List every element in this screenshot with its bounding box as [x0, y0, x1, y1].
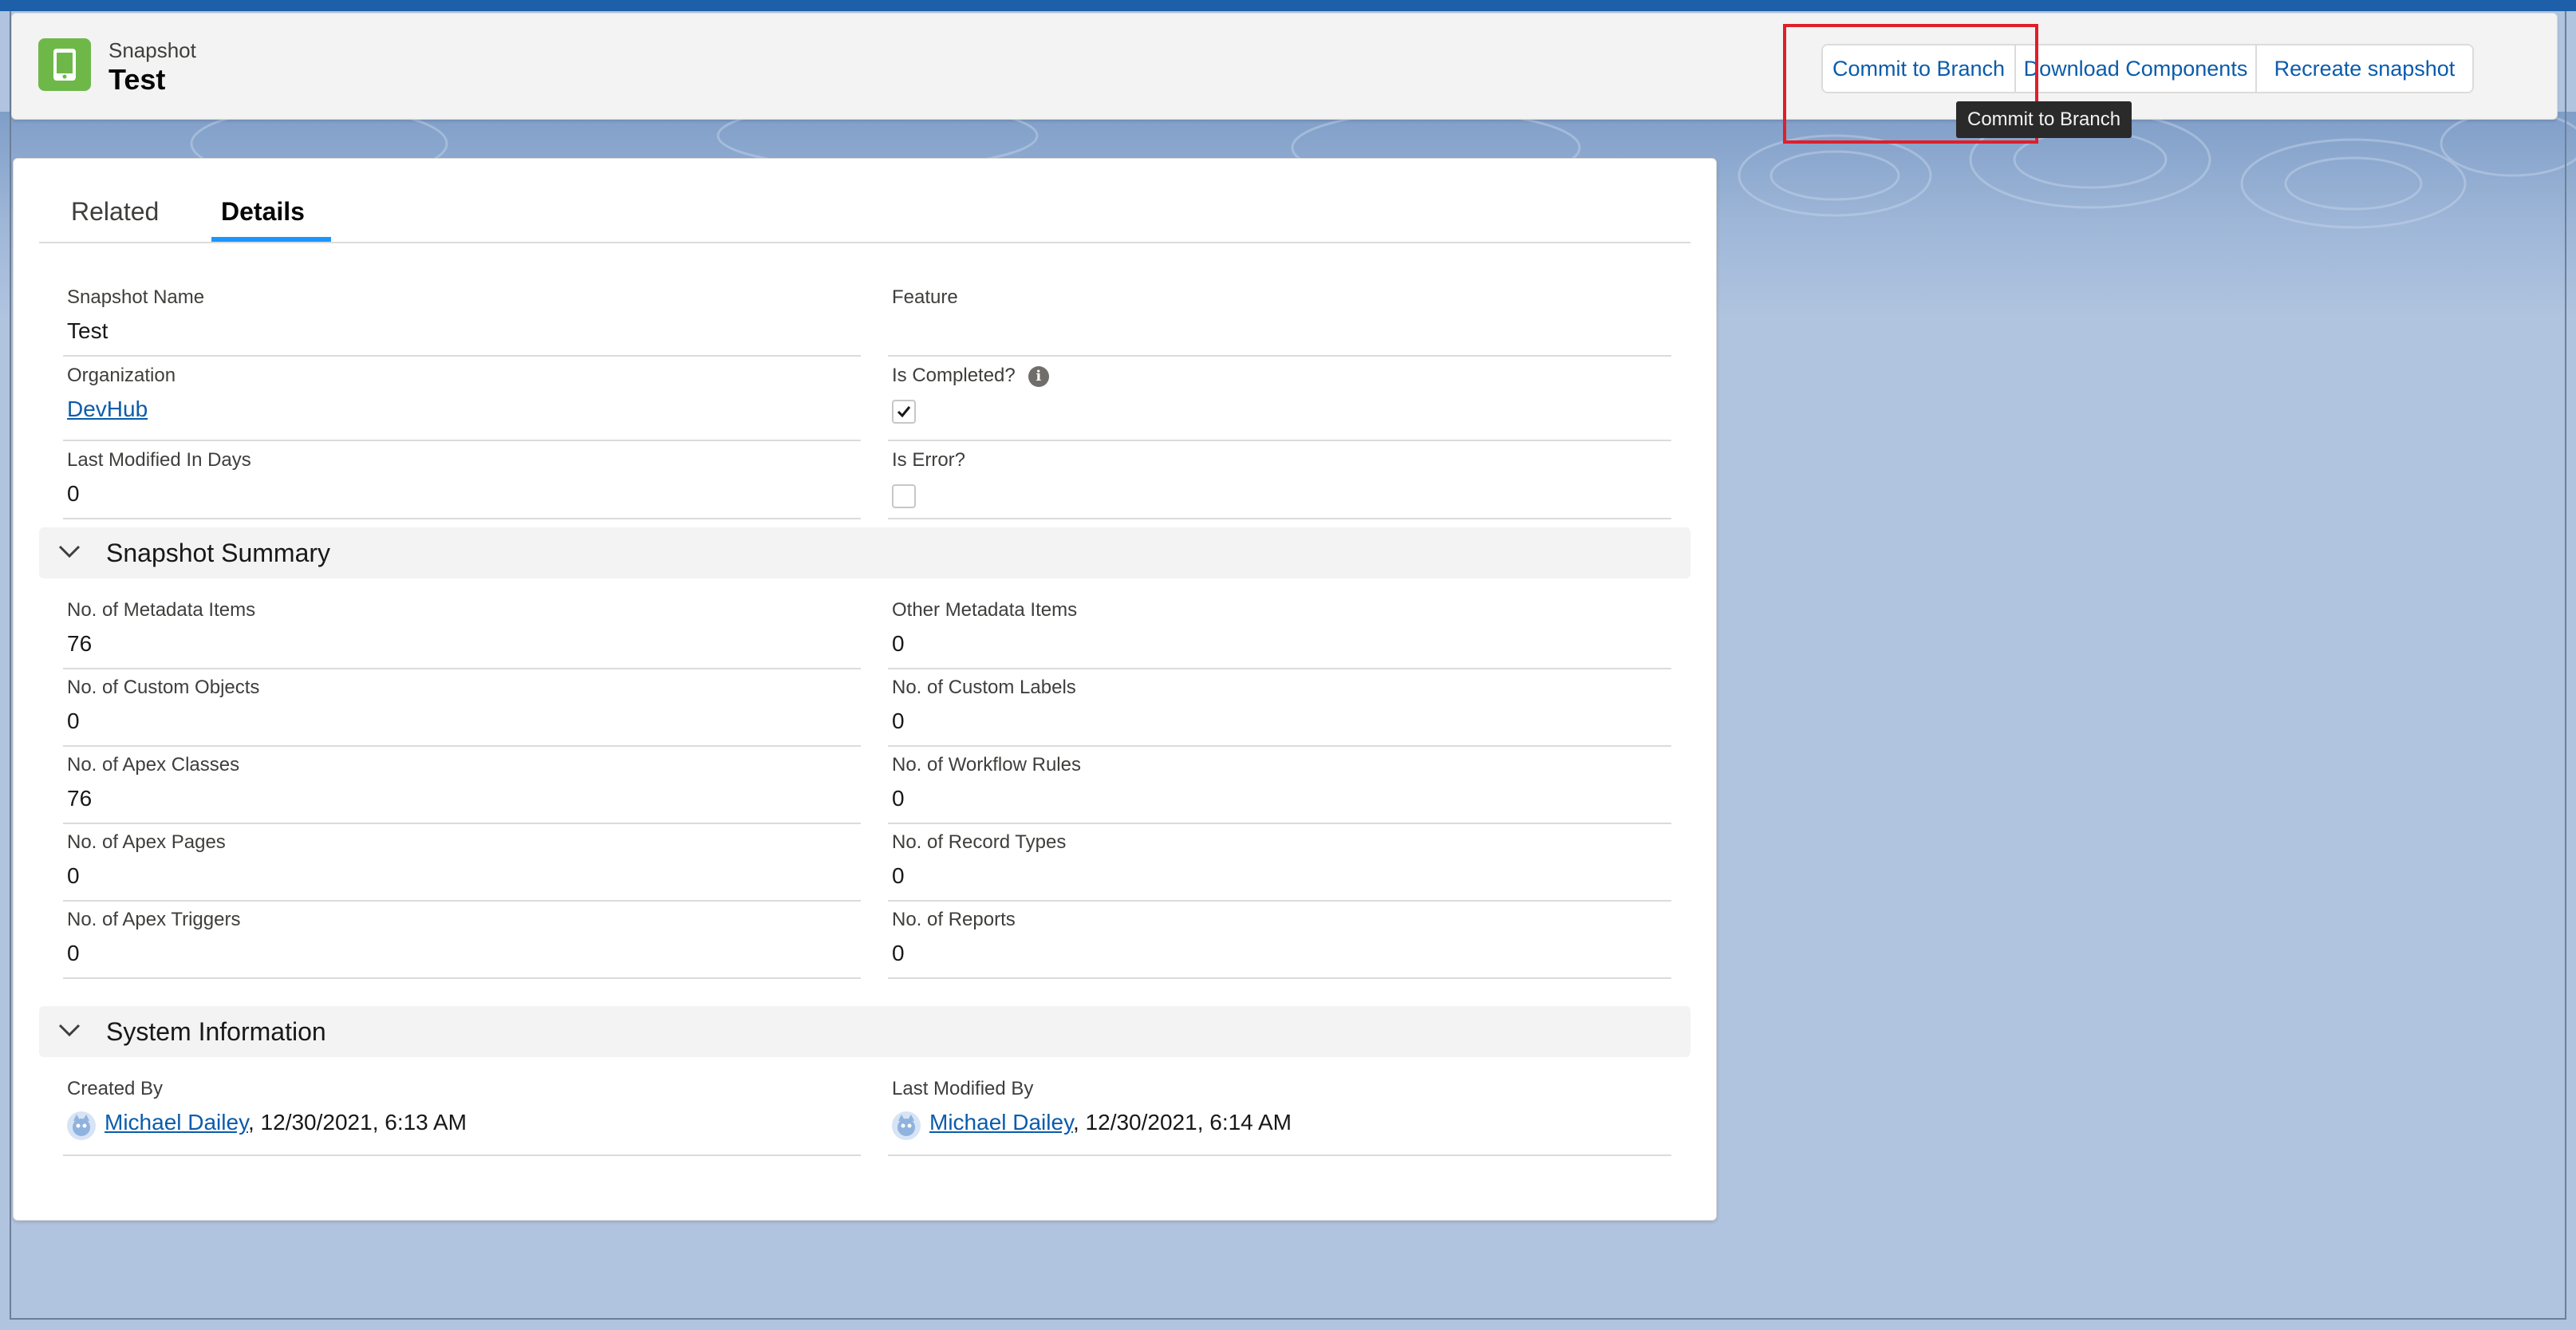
- field-label: Is Completed?: [892, 365, 1016, 386]
- field-value: 0: [67, 481, 80, 506]
- field-label: No. of Reports: [892, 909, 1016, 930]
- field-apex-triggers: No. of Apex Triggers 0: [63, 901, 861, 979]
- field-snapshot-name: Snapshot Name Test: [63, 278, 861, 357]
- field-organization: Organization DevHub: [63, 357, 861, 441]
- field-apex-pages: No. of Apex Pages 0: [63, 823, 861, 902]
- field-label: No. of Apex Pages: [67, 831, 226, 853]
- field-reports: No. of Reports 0: [888, 901, 1671, 979]
- field-value: 0: [67, 863, 80, 888]
- field-label: No. of Apex Triggers: [67, 909, 241, 930]
- field-workflow-rules: No. of Workflow Rules 0: [888, 746, 1671, 824]
- field-value: 0: [892, 631, 905, 656]
- section-snapshot-summary[interactable]: Snapshot Summary: [39, 527, 1690, 578]
- field-record-types: No. of Record Types 0: [888, 823, 1671, 902]
- modified-date: , 12/30/2021, 6:14 AM: [1073, 1110, 1292, 1135]
- chevron-down-icon: [58, 1024, 81, 1037]
- section-title: Snapshot Summary: [106, 539, 331, 567]
- recreate-snapshot-button[interactable]: Recreate snapshot: [2255, 45, 2472, 92]
- section-system-information[interactable]: System Information: [39, 1006, 1690, 1057]
- field-custom-objects: No. of Custom Objects 0: [63, 669, 861, 747]
- field-value: 0: [892, 941, 905, 965]
- modified-by-user-link[interactable]: Michael Dailey: [929, 1110, 1073, 1135]
- field-value: 0: [892, 786, 905, 811]
- field-feature: Feature: [888, 278, 1671, 357]
- field-label: No. of Custom Objects: [67, 677, 260, 698]
- section-title: System Information: [106, 1017, 326, 1046]
- field-label: Snapshot Name: [67, 286, 205, 308]
- user-avatar-icon: [67, 1111, 96, 1140]
- active-tab-indicator: [211, 237, 331, 242]
- object-type-label: Snapshot: [108, 38, 196, 62]
- top-color-bar: [0, 0, 2576, 11]
- tab-details[interactable]: Details: [221, 197, 305, 227]
- field-is-completed: Is Completed? i: [888, 357, 1671, 441]
- record-title: Test: [108, 63, 166, 96]
- field-label: Feature: [892, 286, 958, 308]
- download-components-button[interactable]: Download Components: [2014, 45, 2255, 92]
- created-date: , 12/30/2021, 6:13 AM: [248, 1110, 467, 1135]
- field-value: 76: [67, 631, 93, 656]
- field-last-modified-in-days: Last Modified In Days 0: [63, 441, 861, 519]
- chevron-down-icon: [58, 545, 81, 558]
- field-last-modified-by: Last Modified By Michael Dailey, 12/30/2…: [888, 1070, 1671, 1156]
- field-apex-classes: No. of Apex Classes 76: [63, 746, 861, 824]
- is-completed-checkbox: [892, 400, 916, 424]
- tooltip: Commit to Branch: [1956, 101, 2132, 138]
- field-label: No. of Custom Labels: [892, 677, 1076, 698]
- mobile-phone-icon: [38, 38, 91, 91]
- field-label: Created By: [67, 1078, 164, 1099]
- field-label: No. of Workflow Rules: [892, 754, 1081, 776]
- field-label: No. of Apex Classes: [67, 754, 240, 776]
- details-card: Related Details Snapshot Name Test Featu…: [13, 158, 1717, 1221]
- is-error-checkbox: [892, 484, 916, 508]
- field-value: 0: [67, 708, 80, 733]
- field-value: Test: [67, 318, 108, 343]
- created-by-user-link[interactable]: Michael Dailey: [105, 1110, 248, 1135]
- window-frame-bottom: [10, 1318, 2566, 1320]
- field-value: 0: [67, 941, 80, 965]
- field-created-by: Created By Michael Dailey, 12/30/2021, 6…: [63, 1070, 861, 1156]
- field-label: No. of Metadata Items: [67, 599, 256, 621]
- info-icon[interactable]: i: [1028, 365, 1049, 387]
- field-label: Last Modified By: [892, 1078, 1034, 1099]
- field-label: Other Metadata Items: [892, 599, 1078, 621]
- field-value: 0: [892, 863, 905, 888]
- organization-link[interactable]: DevHub: [67, 397, 148, 422]
- user-avatar-icon: [892, 1111, 921, 1140]
- window-frame-right: [2565, 11, 2566, 1320]
- field-label: No. of Record Types: [892, 831, 1067, 853]
- field-custom-labels: No. of Custom Labels 0: [888, 669, 1671, 747]
- field-label: Last Modified In Days: [67, 449, 251, 471]
- field-is-error: Is Error?: [888, 441, 1671, 519]
- field-metadata-items: No. of Metadata Items 76: [63, 591, 861, 669]
- tab-bar: Related Details: [39, 187, 1690, 243]
- field-label: Is Error?: [892, 449, 966, 471]
- field-other-metadata-items: Other Metadata Items 0: [888, 591, 1671, 669]
- record-header: Snapshot Test Commit to Branch Download …: [11, 13, 2558, 120]
- tab-related[interactable]: Related: [71, 197, 159, 227]
- checkmark-icon: [897, 406, 911, 418]
- field-value: 0: [892, 708, 905, 733]
- field-label: Organization: [67, 365, 176, 386]
- window-frame-left: [10, 11, 11, 1320]
- field-value: 76: [67, 786, 93, 811]
